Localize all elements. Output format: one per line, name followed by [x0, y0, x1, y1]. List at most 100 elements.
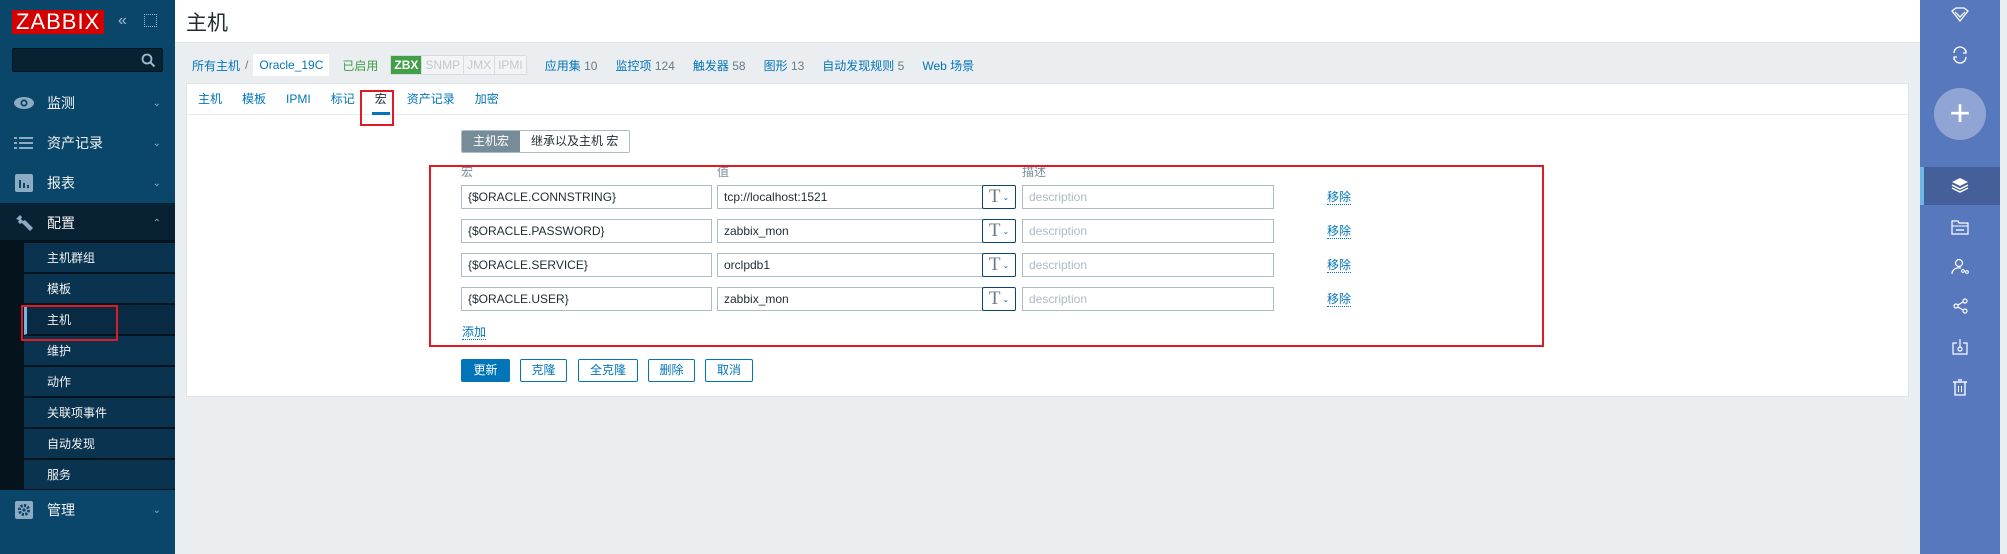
- toggle-host-macros[interactable]: 主机宏: [462, 131, 521, 152]
- configuration-submenu: 主机群组 模板 主机 维护 动作 关联项事件 自动发现 服务: [0, 240, 175, 490]
- breadcrumb-all-hosts[interactable]: 所有主机: [192, 57, 240, 74]
- zabbix-logo[interactable]: ZABBIX: [12, 10, 105, 34]
- value-type-dropdown[interactable]: T ⌄: [982, 185, 1016, 209]
- menu-reports[interactable]: 报表 ⌄: [0, 163, 175, 203]
- menu-label: 报表: [47, 175, 75, 191]
- submenu-discovery[interactable]: 自动发现: [24, 429, 175, 459]
- update-button[interactable]: 更新: [461, 359, 510, 382]
- page-title: 主机: [186, 12, 228, 35]
- menu-configuration[interactable]: 配置 ⌃: [0, 203, 175, 243]
- macro-name-input[interactable]: {$ORACLE.CONNSTRING}: [461, 185, 712, 209]
- page-header: 主机: [175, 0, 1920, 43]
- search-icon[interactable]: [141, 53, 156, 68]
- menu-administration[interactable]: 管理 ⌄: [0, 490, 175, 530]
- chevron-down-icon: ⌄: [152, 504, 161, 516]
- count-label: 应用集: [544, 58, 581, 73]
- clone-button[interactable]: 克隆: [520, 359, 567, 382]
- tab-encryption[interactable]: 加密: [475, 84, 499, 115]
- count-value: 13: [790, 58, 805, 73]
- toggle-inherited-macros[interactable]: 继承以及主机 宏: [520, 131, 630, 152]
- submenu-hosts[interactable]: 主机: [24, 305, 175, 335]
- chevron-down-icon: ⌄: [152, 177, 161, 189]
- submenu-actions[interactable]: 动作: [24, 367, 175, 397]
- macro-value-input[interactable]: zabbix_mon: [717, 287, 983, 311]
- macro-name-input[interactable]: {$ORACLE.SERVICE}: [461, 253, 712, 277]
- tab-inventory[interactable]: 资产记录: [407, 84, 455, 115]
- link-graphs[interactable]: 图形 13: [764, 57, 805, 74]
- remove-macro-link[interactable]: 移除: [1327, 258, 1352, 273]
- tab-ipmi[interactable]: IPMI: [286, 84, 311, 115]
- chart-icon: [15, 174, 33, 192]
- submenu-host-groups[interactable]: 主机群组: [24, 243, 175, 273]
- count-value: 124: [654, 58, 675, 73]
- submenu-templates[interactable]: 模板: [24, 274, 175, 304]
- value-type-dropdown[interactable]: T ⌄: [982, 219, 1016, 243]
- remove-macro-link[interactable]: 移除: [1327, 190, 1352, 205]
- tab-tags[interactable]: 标记: [331, 84, 355, 115]
- column-header-value: 值: [717, 165, 730, 179]
- menu-inventory[interactable]: 资产记录 ⌄: [0, 123, 175, 163]
- column-header-macro: 宏: [461, 165, 474, 179]
- link-applications[interactable]: 应用集 10: [545, 57, 598, 74]
- plus-icon[interactable]: +: [1934, 88, 1986, 140]
- count-value: 5: [897, 58, 905, 73]
- macro-description-input[interactable]: description: [1022, 253, 1274, 277]
- eye-icon: [14, 97, 34, 109]
- delete-button[interactable]: 删除: [648, 359, 695, 382]
- count-label: Web 场景: [922, 58, 975, 73]
- gear-icon: [15, 501, 33, 519]
- share-icon[interactable]: [1953, 298, 1968, 314]
- trash-icon[interactable]: [1952, 379, 1968, 396]
- count-label: 触发器: [692, 58, 729, 73]
- full-clone-button[interactable]: 全克隆: [578, 359, 638, 382]
- link-discovery-rules[interactable]: 自动发现规则 5: [822, 57, 904, 74]
- macro-name-input[interactable]: {$ORACLE.PASSWORD}: [461, 219, 712, 243]
- menu-label: 资产记录: [47, 135, 103, 151]
- value-type-dropdown[interactable]: T ⌄: [982, 253, 1016, 277]
- link-items[interactable]: 监控项 124: [615, 57, 674, 74]
- cancel-button[interactable]: 取消: [705, 359, 753, 382]
- menu-label: 配置: [47, 215, 75, 231]
- collapse-sidebar-icon[interactable]: «: [118, 12, 127, 30]
- macro-description-input[interactable]: description: [1022, 287, 1274, 311]
- submenu-maintenance[interactable]: 维护: [24, 336, 175, 366]
- folder-icon[interactable]: [1951, 219, 1969, 235]
- diamond-icon[interactable]: [1951, 7, 1969, 23]
- macro-value-input[interactable]: zabbix_mon: [717, 219, 983, 243]
- host-status[interactable]: 已启用: [342, 57, 378, 74]
- tab-host[interactable]: 主机: [198, 84, 222, 115]
- macro-view-toggle: 主机宏 继承以及主机 宏: [461, 130, 631, 153]
- chevron-down-icon: ⌄: [1002, 192, 1010, 202]
- value-type-dropdown[interactable]: T ⌄: [982, 287, 1016, 311]
- macro-description-input[interactable]: description: [1022, 219, 1274, 243]
- macro-value-input[interactable]: tcp://localhost:1521: [717, 185, 983, 209]
- remove-macro-link[interactable]: 移除: [1327, 292, 1352, 307]
- submenu-event-correlation[interactable]: 关联项事件: [24, 398, 175, 428]
- macro-description-input[interactable]: description: [1022, 185, 1274, 209]
- link-triggers[interactable]: 触发器 58: [693, 57, 746, 74]
- macro-value-input[interactable]: orclpdb1: [717, 253, 983, 277]
- export-icon[interactable]: [1952, 339, 1968, 355]
- refresh-icon[interactable]: [1951, 46, 1969, 64]
- add-macro-link[interactable]: 添加: [462, 325, 487, 340]
- layers-icon[interactable]: [1951, 177, 1969, 193]
- search-input[interactable]: [12, 48, 163, 72]
- tab-templates[interactable]: 模板: [242, 84, 266, 115]
- right-toolbar: [1920, 0, 2000, 554]
- breadcrumb-separator: /: [245, 58, 249, 72]
- link-web-scenarios[interactable]: Web 场景: [922, 57, 974, 74]
- macro-name-input[interactable]: {$ORACLE.USER}: [461, 287, 712, 311]
- submenu-services[interactable]: 服务: [24, 460, 175, 490]
- chevron-down-icon: ⌄: [1002, 226, 1010, 236]
- count-label: 图形: [763, 58, 788, 73]
- remove-macro-link[interactable]: 移除: [1327, 224, 1352, 239]
- chevron-up-icon: ⌃: [152, 217, 161, 229]
- breadcrumb: 所有主机 / Oracle_19C 已启用 ZBX SNMP JMX IPMI …: [186, 52, 974, 78]
- chevron-down-icon: ⌄: [1002, 260, 1010, 270]
- user-settings-icon[interactable]: [1951, 258, 1969, 276]
- tab-macros[interactable]: 宏: [371, 84, 390, 115]
- breadcrumb-host[interactable]: Oracle_19C: [253, 54, 330, 76]
- kiosk-mode-icon[interactable]: [144, 14, 157, 27]
- text-type-icon: T: [988, 288, 1001, 309]
- menu-monitoring[interactable]: 监测 ⌄: [0, 83, 175, 123]
